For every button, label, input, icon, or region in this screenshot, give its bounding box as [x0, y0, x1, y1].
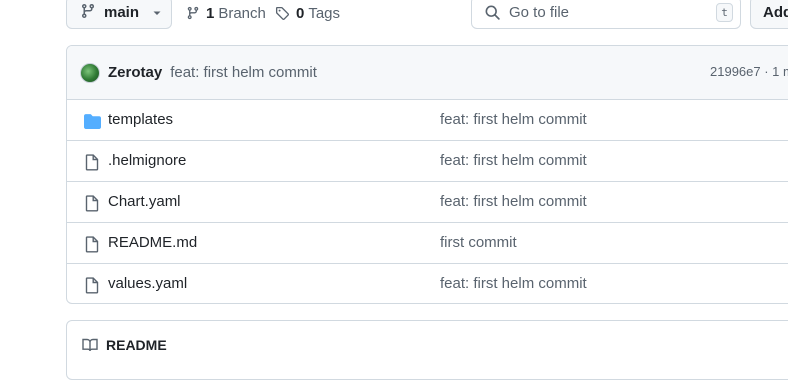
branch-selector-button[interactable]: main [66, 0, 172, 29]
file-commit-message[interactable]: first commit [440, 234, 517, 251]
file-name[interactable]: Chart.yaml [108, 193, 181, 210]
branches-count: 1 [206, 4, 215, 22]
file-row[interactable]: README.md first commit [67, 223, 788, 264]
book-icon [82, 337, 98, 353]
git-branch-icon [186, 6, 200, 20]
file-name[interactable]: README.md [108, 234, 197, 251]
readme-header: README [82, 337, 167, 353]
keyboard-shortcut-hint: t [716, 3, 733, 22]
file-commit-message[interactable]: feat: first helm commit [440, 111, 587, 128]
tags-link[interactable]: 0 Tags [275, 0, 340, 26]
readme-panel: README [66, 320, 788, 380]
tags-count: 0 [296, 4, 305, 22]
latest-commit-header: Zerotay feat: first helm commit 21996e7 … [67, 46, 788, 100]
file-browser: Zerotay feat: first helm commit 21996e7 … [66, 45, 788, 304]
branches-label: Branch [218, 4, 266, 22]
commit-hash-time[interactable]: 21996e7 · 1 m [710, 64, 788, 79]
file-commit-message[interactable]: feat: first helm commit [440, 193, 587, 210]
file-icon [83, 276, 101, 294]
tag-icon [275, 6, 290, 21]
avatar[interactable] [80, 62, 100, 83]
caret-down-icon [151, 7, 163, 19]
file-icon [83, 194, 101, 212]
folder-icon [83, 112, 101, 130]
go-to-file-input[interactable]: Go to file t [471, 0, 741, 29]
file-name[interactable]: .helmignore [108, 152, 186, 169]
file-row[interactable]: Chart.yaml feat: first helm commit [67, 182, 788, 223]
commit-author[interactable]: Zerotay [108, 64, 162, 81]
commit-message[interactable]: feat: first helm commit [170, 64, 317, 81]
repo-toolbar: main 1 Branch 0 Tags Go to file t Add [0, 0, 788, 30]
file-icon [83, 235, 101, 253]
branch-name: main [104, 4, 140, 21]
readme-title[interactable]: README [106, 337, 167, 353]
branches-link[interactable]: 1 Branch [186, 0, 266, 26]
search-icon [484, 4, 501, 21]
git-branch-icon [80, 3, 96, 23]
add-file-label: Add [763, 4, 788, 21]
file-row[interactable]: values.yaml feat: first helm commit [67, 264, 788, 303]
file-row[interactable]: .helmignore feat: first helm commit [67, 141, 788, 182]
file-name[interactable]: templates [108, 111, 173, 128]
tags-label: Tags [308, 4, 341, 22]
go-to-file-placeholder: Go to file [509, 4, 570, 21]
file-row[interactable]: templates feat: first helm commit [67, 100, 788, 141]
file-icon [83, 153, 101, 171]
add-file-button[interactable]: Add [750, 0, 788, 29]
file-commit-message[interactable]: feat: first helm commit [440, 152, 587, 169]
file-commit-message[interactable]: feat: first helm commit [440, 275, 587, 292]
file-name[interactable]: values.yaml [108, 275, 187, 292]
